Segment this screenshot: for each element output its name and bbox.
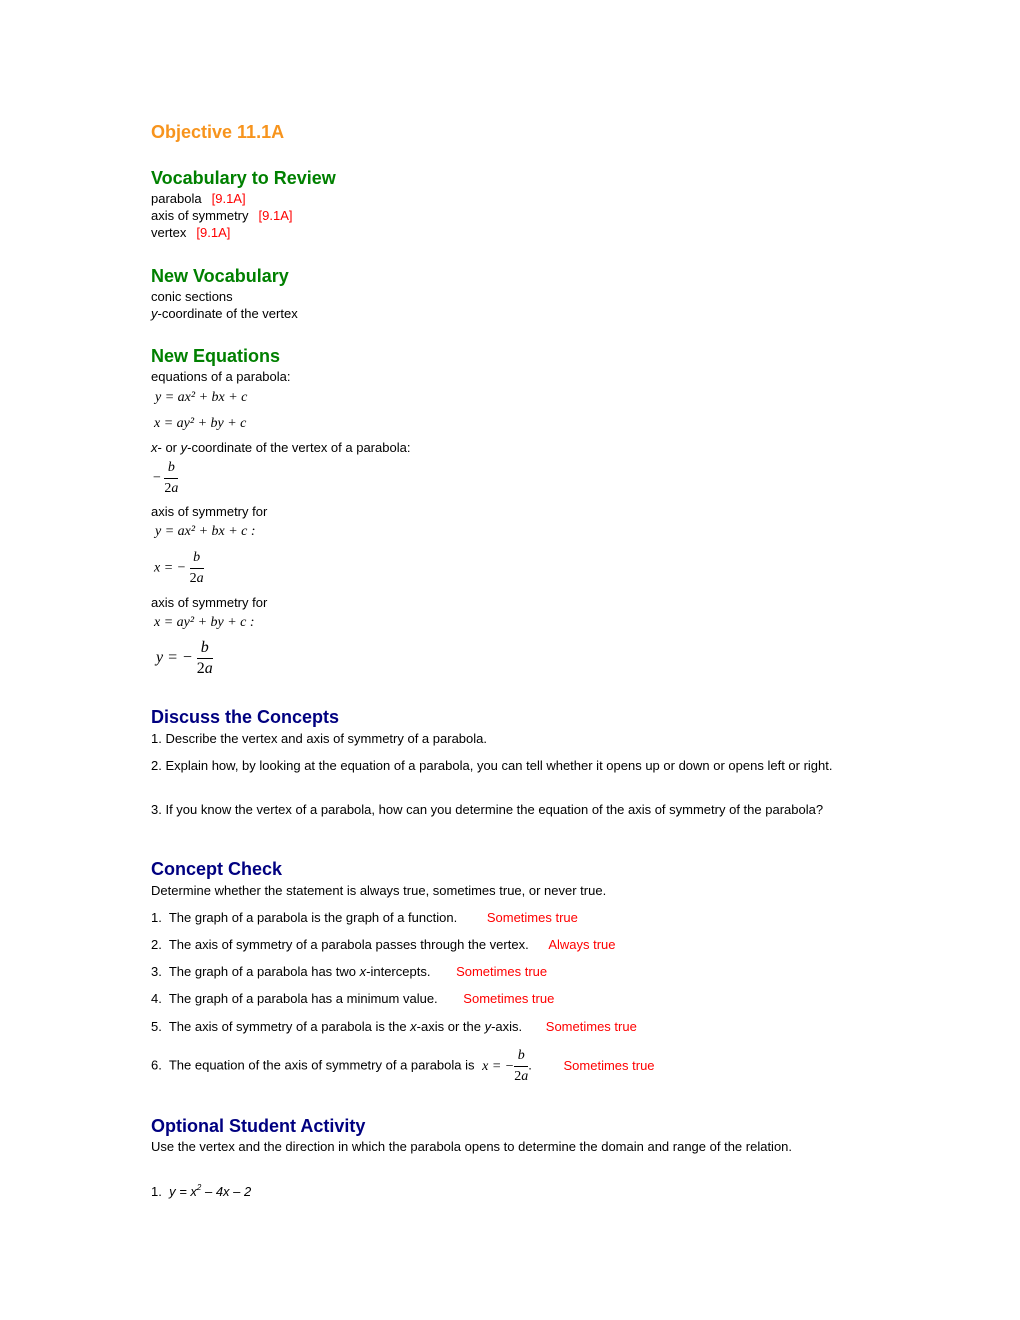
answer: Sometimes true bbox=[463, 991, 555, 1006]
concept-check-item: 4. The graph of a parabola has a minimum… bbox=[151, 990, 554, 1007]
lhs: x = − bbox=[482, 1058, 515, 1074]
new-vocab-list: conic sections y-coordinate of the verte… bbox=[151, 288, 298, 322]
fraction: b 2a bbox=[189, 548, 204, 589]
discuss-item: 1. Describe the vertex and axis of symme… bbox=[151, 731, 487, 746]
period: . bbox=[528, 1057, 532, 1073]
vocab-term: vertex bbox=[151, 225, 187, 240]
concept-check-item: 5. The axis of symmetry of a parabola is… bbox=[151, 1018, 637, 1035]
minus-sign: − bbox=[153, 470, 161, 486]
vocab-ref: [9.1A] bbox=[258, 208, 293, 223]
item-text: -axis or the bbox=[416, 1019, 485, 1034]
concept-check-item: 1. The graph of a parabola is the graph … bbox=[151, 909, 578, 926]
vocab-review-item: parabola [9.1A] bbox=[151, 190, 292, 207]
new-equations-heading: New Equations bbox=[151, 346, 281, 366]
equations-label: equations of a parabola: bbox=[151, 369, 291, 384]
inline-axis-eq: x = − b 2a bbox=[482, 1048, 529, 1084]
axis-eq-y: y = − b 2a bbox=[156, 638, 213, 679]
vertex-coordinate-label: x- or y-coordinate of the vertex of a pa… bbox=[151, 439, 410, 456]
axis-label-1: axis of symmetry for bbox=[151, 504, 268, 519]
vertex-fraction: − b 2a bbox=[153, 458, 179, 499]
item-text: The axis of symmetry of a parabola is th… bbox=[168, 1019, 411, 1034]
new-vocab-item: conic sections bbox=[151, 289, 233, 304]
item-number: 5. bbox=[151, 1019, 162, 1034]
equation-y-form: y = ax² + bx + c bbox=[155, 390, 248, 405]
activity-heading: Optional Student Activity bbox=[151, 1116, 366, 1136]
new-vocab-heading: New Vocabulary bbox=[151, 266, 289, 286]
new-vocab-text: -coordinate of the vertex bbox=[157, 306, 298, 321]
concept-check-item: 6. The equation of the axis of symmetry … bbox=[151, 1046, 655, 1087]
item-number: 1. bbox=[151, 910, 162, 925]
den-var: a bbox=[171, 481, 179, 496]
den-number: 2 bbox=[196, 660, 205, 677]
fraction: b 2a bbox=[196, 638, 213, 679]
item-text: The equation of the axis of symmetry of … bbox=[168, 1057, 475, 1073]
item-number: 3. bbox=[151, 964, 162, 979]
vocab-review-item: axis of symmetry [9.1A] bbox=[151, 207, 292, 224]
denominator: 2a bbox=[164, 479, 178, 499]
answer: Sometimes true bbox=[486, 910, 578, 925]
item-text: -intercepts. bbox=[366, 964, 431, 979]
activity-equation: y = x2 – 4x – 2 bbox=[169, 1183, 252, 1200]
item-number: 4. bbox=[151, 991, 162, 1006]
item-number: 6. bbox=[151, 1057, 162, 1073]
answer: Always true bbox=[548, 937, 616, 952]
denominator: 2a bbox=[514, 1067, 528, 1087]
answer: Sometimes true bbox=[563, 1057, 655, 1073]
numerator: b bbox=[164, 458, 179, 479]
item-number: 1. bbox=[151, 1184, 162, 1199]
label-text: - or bbox=[157, 440, 181, 455]
discuss-item: 2. Explain how, by looking at the equati… bbox=[151, 758, 833, 773]
vocab-review-item: vertex [9.1A] bbox=[151, 224, 292, 241]
lhs: x = − bbox=[154, 560, 187, 576]
fraction: b 2a bbox=[164, 458, 179, 499]
vocab-term: parabola bbox=[151, 191, 202, 206]
activity-item: 1. y = x2 – 4x – 2 bbox=[151, 1183, 251, 1200]
answer: Sometimes true bbox=[456, 964, 548, 979]
equation-y-form-colon: y = ax² + bx + c : bbox=[155, 524, 256, 539]
vocab-ref: [9.1A] bbox=[211, 191, 246, 206]
label-text: -coordinate of the vertex of a parabola: bbox=[187, 440, 411, 455]
vocab-review-heading: Vocabulary to Review bbox=[151, 168, 336, 188]
item-text: The graph of a parabola has a minimum va… bbox=[168, 991, 438, 1006]
vocab-ref: [9.1A] bbox=[196, 225, 231, 240]
answer: Sometimes true bbox=[545, 1019, 637, 1034]
numerator: b bbox=[196, 638, 213, 659]
equation-x-form: x = ay² + by + c bbox=[154, 416, 247, 431]
axis-label-2: axis of symmetry for bbox=[151, 595, 268, 610]
vocab-review-list: parabola [9.1A] axis of symmetry [9.1A] ve… bbox=[151, 190, 292, 241]
equation-x-form-colon: x = ay² + by + c : bbox=[154, 615, 255, 630]
concept-check-item: 3. The graph of a parabola has two x-int… bbox=[151, 963, 547, 980]
discuss-item: 3. If you know the vertex of a parabola,… bbox=[151, 802, 824, 817]
den-number: 2 bbox=[189, 571, 197, 586]
new-vocab-item: y-coordinate of the vertex bbox=[151, 305, 298, 322]
vocab-term: axis of symmetry bbox=[151, 208, 249, 223]
item-text: The graph of a parabola is the graph of … bbox=[168, 910, 458, 925]
item-text: The graph of a parabola has two bbox=[168, 964, 360, 979]
activity-intro: Use the vertex and the direction in whic… bbox=[151, 1139, 793, 1154]
discuss-heading: Discuss the Concepts bbox=[151, 707, 340, 727]
numerator: b bbox=[514, 1046, 529, 1067]
denominator: 2a bbox=[197, 659, 213, 679]
den-var: a bbox=[196, 571, 204, 586]
concept-check-heading: Concept Check bbox=[151, 859, 283, 879]
item-text: The axis of symmetry of a parabola passe… bbox=[168, 937, 529, 952]
fraction: b 2a bbox=[514, 1046, 529, 1087]
den-var: a bbox=[204, 660, 213, 677]
denominator: 2a bbox=[190, 569, 204, 589]
concept-check-intro: Determine whether the statement is alway… bbox=[151, 883, 607, 898]
numerator: b bbox=[189, 548, 204, 569]
item-number: 2. bbox=[151, 937, 162, 952]
axis-eq-x: x = − b 2a bbox=[154, 548, 204, 589]
objective-heading: Objective 11.1A bbox=[151, 122, 285, 142]
concept-check-item: 2. The axis of symmetry of a parabola pa… bbox=[151, 936, 616, 953]
lhs: y = − bbox=[156, 649, 193, 667]
item-text: -axis. bbox=[491, 1019, 523, 1034]
